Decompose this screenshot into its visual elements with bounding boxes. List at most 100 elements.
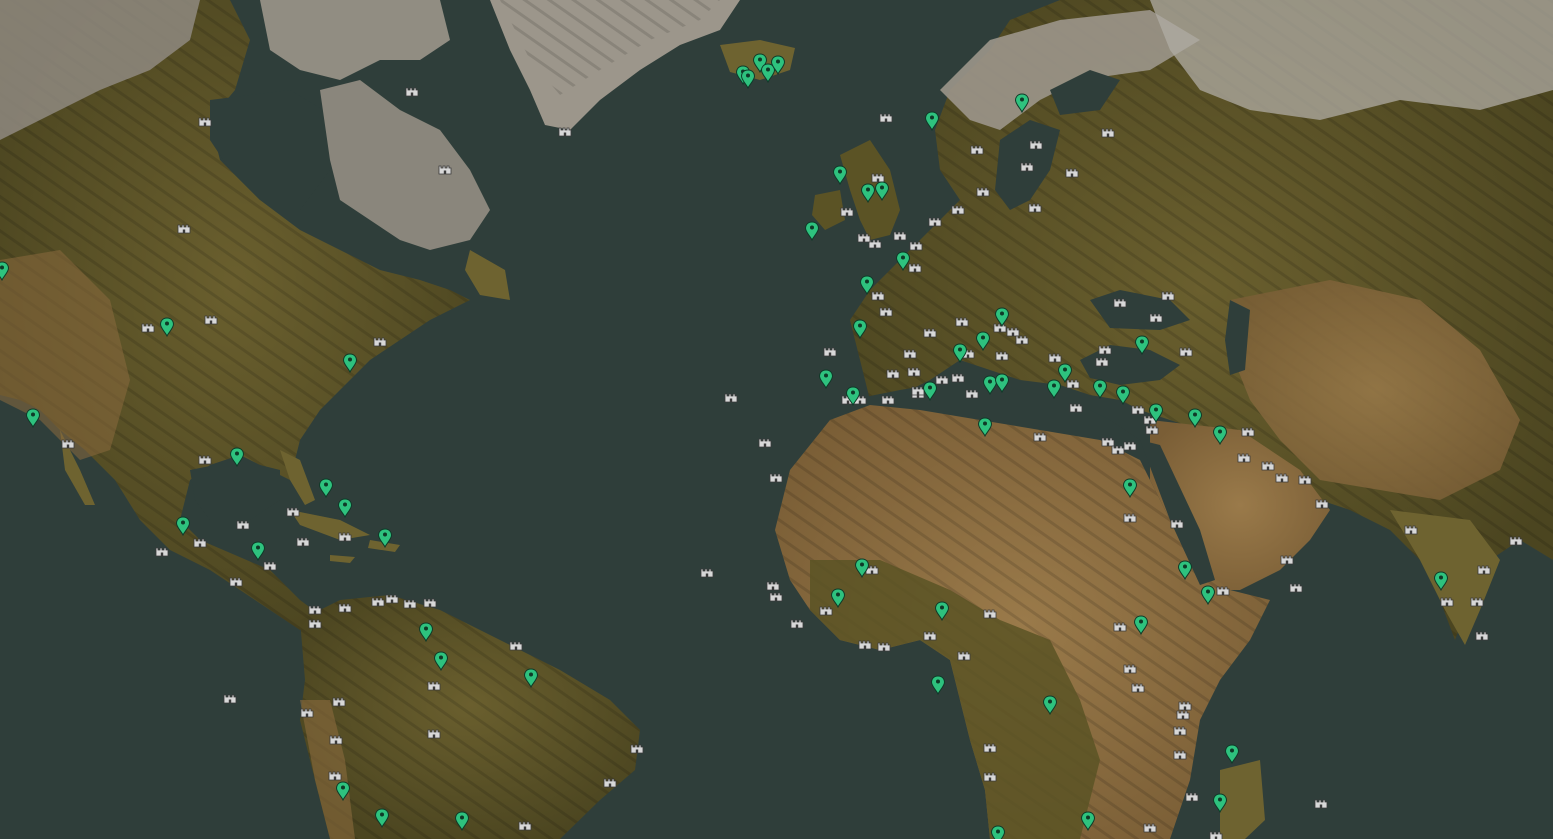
castle-icon[interactable]: [907, 367, 921, 377]
castle-icon[interactable]: [957, 651, 971, 661]
castle-icon[interactable]: [1069, 403, 1083, 413]
castle-icon[interactable]: [198, 117, 212, 127]
castle-icon[interactable]: [858, 640, 872, 650]
castle-icon[interactable]: [403, 599, 417, 609]
castle-icon[interactable]: [923, 631, 937, 641]
castle-icon[interactable]: [1404, 525, 1418, 535]
castle-icon[interactable]: [177, 224, 191, 234]
castle-icon[interactable]: [1123, 513, 1137, 523]
castle-icon[interactable]: [332, 697, 346, 707]
castle-icon[interactable]: [857, 233, 871, 243]
castle-icon[interactable]: [371, 597, 385, 607]
castle-icon[interactable]: [405, 87, 419, 97]
castle-icon[interactable]: [1440, 597, 1454, 607]
castle-icon[interactable]: [769, 592, 783, 602]
castle-icon[interactable]: [790, 619, 804, 629]
castle-icon[interactable]: [1123, 664, 1137, 674]
map-pin-icon[interactable]: [991, 825, 1005, 839]
castle-icon[interactable]: [155, 547, 169, 557]
castle-icon[interactable]: [879, 307, 893, 317]
castle-icon[interactable]: [1145, 425, 1159, 435]
castle-icon[interactable]: [338, 603, 352, 613]
castle-icon[interactable]: [983, 609, 997, 619]
castle-icon[interactable]: [1280, 555, 1294, 565]
world-map-canvas[interactable]: [0, 0, 1553, 839]
castle-icon[interactable]: [427, 729, 441, 739]
castle-icon[interactable]: [61, 439, 75, 449]
castle-icon[interactable]: [1241, 427, 1255, 437]
castle-icon[interactable]: [1028, 203, 1042, 213]
castle-icon[interactable]: [438, 165, 452, 175]
castle-icon[interactable]: [983, 772, 997, 782]
castle-icon[interactable]: [509, 641, 523, 651]
castle-icon[interactable]: [1143, 823, 1157, 833]
castle-icon[interactable]: [1149, 313, 1163, 323]
castle-icon[interactable]: [769, 473, 783, 483]
castle-icon[interactable]: [1470, 597, 1484, 607]
castle-icon[interactable]: [758, 438, 772, 448]
castle-icon[interactable]: [198, 455, 212, 465]
castle-icon[interactable]: [141, 323, 155, 333]
castle-icon[interactable]: [1289, 583, 1303, 593]
castle-icon[interactable]: [995, 351, 1009, 361]
castle-icon[interactable]: [263, 561, 277, 571]
castle-icon[interactable]: [328, 771, 342, 781]
castle-icon[interactable]: [976, 187, 990, 197]
castle-icon[interactable]: [193, 538, 207, 548]
castle-icon[interactable]: [871, 291, 885, 301]
castle-icon[interactable]: [1179, 347, 1193, 357]
castle-icon[interactable]: [1173, 750, 1187, 760]
castle-icon[interactable]: [1123, 441, 1137, 451]
castle-icon[interactable]: [603, 778, 617, 788]
castle-icon[interactable]: [1176, 710, 1190, 720]
castle-icon[interactable]: [1475, 631, 1489, 641]
castle-icon[interactable]: [1101, 437, 1115, 447]
castle-icon[interactable]: [983, 743, 997, 753]
castle-icon[interactable]: [1006, 327, 1020, 337]
castle-icon[interactable]: [300, 708, 314, 718]
castle-icon[interactable]: [1185, 792, 1199, 802]
castle-icon[interactable]: [903, 349, 917, 359]
castle-icon[interactable]: [1065, 168, 1079, 178]
castle-icon[interactable]: [724, 393, 738, 403]
castle-icon[interactable]: [1131, 405, 1145, 415]
castle-icon[interactable]: [886, 369, 900, 379]
castle-icon[interactable]: [423, 598, 437, 608]
castle-icon[interactable]: [385, 594, 399, 604]
castle-icon[interactable]: [879, 113, 893, 123]
castle-icon[interactable]: [1066, 379, 1080, 389]
castle-icon[interactable]: [700, 568, 714, 578]
castle-icon[interactable]: [1111, 445, 1125, 455]
castle-icon[interactable]: [1178, 701, 1192, 711]
castle-icon[interactable]: [1015, 335, 1029, 345]
castle-icon[interactable]: [840, 207, 854, 217]
castle-icon[interactable]: [1048, 353, 1062, 363]
castle-icon[interactable]: [935, 375, 949, 385]
castle-icon[interactable]: [1113, 298, 1127, 308]
castle-icon[interactable]: [908, 263, 922, 273]
castle-icon[interactable]: [909, 241, 923, 251]
castle-icon[interactable]: [911, 386, 925, 396]
castle-icon[interactable]: [868, 239, 882, 249]
castle-icon[interactable]: [558, 127, 572, 137]
castle-icon[interactable]: [823, 347, 837, 357]
castle-icon[interactable]: [871, 173, 885, 183]
castle-icon[interactable]: [1173, 726, 1187, 736]
castle-icon[interactable]: [877, 642, 891, 652]
castle-icon[interactable]: [518, 821, 532, 831]
castle-icon[interactable]: [338, 532, 352, 542]
castle-icon[interactable]: [296, 537, 310, 547]
castle-icon[interactable]: [1216, 586, 1230, 596]
castle-icon[interactable]: [951, 205, 965, 215]
castle-icon[interactable]: [1095, 357, 1109, 367]
castle-icon[interactable]: [630, 744, 644, 754]
castle-icon[interactable]: [928, 217, 942, 227]
castle-icon[interactable]: [951, 373, 965, 383]
castle-icon[interactable]: [286, 507, 300, 517]
castle-icon[interactable]: [1298, 475, 1312, 485]
castle-icon[interactable]: [329, 735, 343, 745]
castle-icon[interactable]: [1161, 291, 1175, 301]
castle-icon[interactable]: [1261, 461, 1275, 471]
castle-icon[interactable]: [766, 581, 780, 591]
castle-icon[interactable]: [1098, 345, 1112, 355]
